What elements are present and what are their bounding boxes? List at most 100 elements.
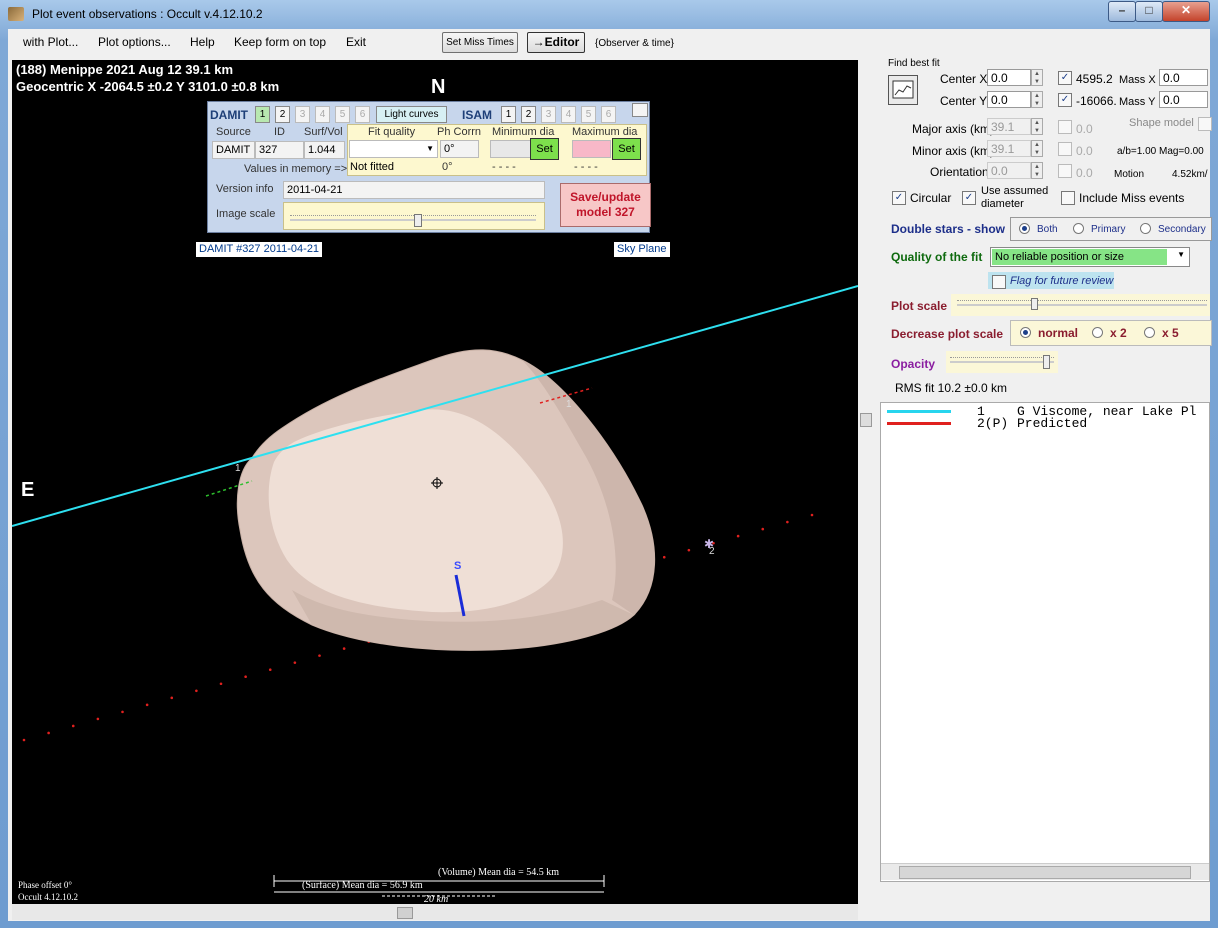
predicted-path-dot bbox=[687, 548, 691, 552]
save-update-button[interactable]: Save/update model 327 bbox=[560, 183, 651, 227]
damit-model-3[interactable]: 3 bbox=[295, 106, 310, 123]
damit-model-2[interactable]: 2 bbox=[275, 106, 290, 123]
center-x-input[interactable]: 0.0 bbox=[987, 69, 1031, 86]
center-x-checkbox[interactable]: ✓ bbox=[1058, 71, 1072, 85]
set-miss-times-button[interactable]: Set Miss Times bbox=[442, 32, 518, 53]
maximize-button[interactable]: □ bbox=[1135, 1, 1163, 22]
damit-model-4[interactable]: 4 bbox=[315, 106, 330, 123]
ds-primary-radio[interactable] bbox=[1073, 223, 1084, 234]
id-field: 327 bbox=[255, 141, 304, 159]
max-dia-field[interactable] bbox=[572, 140, 611, 158]
save-line2: model 327 bbox=[576, 205, 635, 219]
fit-quality-label: Fit quality bbox=[368, 126, 416, 138]
plot-scale-slider[interactable] bbox=[951, 294, 1210, 316]
observer-legend: 1 G Viscome, near Lake Pl 2(P) Predicted bbox=[880, 402, 1210, 882]
predicted-path-dot bbox=[342, 647, 346, 650]
major-axis-spinner[interactable]: ▲ ▼ bbox=[1031, 118, 1043, 135]
menu-exit[interactable]: Exit bbox=[346, 35, 366, 49]
ds-both-radio[interactable] bbox=[1019, 223, 1030, 234]
max-dia-label: Maximum dia bbox=[572, 126, 638, 138]
light-curves-button[interactable]: Light curves bbox=[376, 106, 447, 123]
quality-dropdown[interactable]: No reliable position or size ▼ bbox=[990, 247, 1190, 267]
menu-keep-on-top[interactable]: Keep form on top bbox=[234, 35, 326, 49]
menu-plot-options[interactable]: Plot options... bbox=[98, 35, 171, 49]
rms-fit-label: RMS fit 10.2 ±0.0 km bbox=[895, 381, 1007, 395]
use-assumed-checkbox[interactable]: ✓ bbox=[962, 191, 976, 205]
close-button[interactable]: ✕ bbox=[1162, 1, 1210, 22]
flag-review-checkbox[interactable] bbox=[992, 275, 1006, 289]
predicted-path-dot bbox=[244, 675, 247, 679]
splitter-handle[interactable] bbox=[860, 413, 872, 427]
ds-secondary-radio[interactable] bbox=[1140, 223, 1151, 234]
editor-button[interactable]: →Editor bbox=[527, 32, 585, 53]
mass-y-input[interactable]: 0.0 bbox=[1159, 91, 1208, 108]
predicted-path-dot bbox=[662, 555, 666, 559]
decrease-scale-label: Decrease plot scale bbox=[891, 327, 1004, 341]
predicted-path-dot bbox=[810, 513, 814, 517]
predicted-path-dot bbox=[293, 661, 297, 664]
minor-axis-input[interactable]: 39.1 bbox=[987, 140, 1031, 157]
max-dia-set-button[interactable]: Set bbox=[612, 138, 641, 160]
major-axis-checkbox[interactable] bbox=[1058, 120, 1072, 134]
center-y-spinner[interactable]: ▲ ▼ bbox=[1031, 91, 1043, 108]
version-info-field[interactable]: 2011-04-21 bbox=[283, 181, 545, 199]
plot-canvas[interactable]: ✱ (188) Menippe 2021 Aug 12 39.1 km Geoc… bbox=[12, 60, 858, 904]
min-dia-set-button[interactable]: Set bbox=[530, 138, 559, 160]
chord-2-label: 2 bbox=[709, 546, 715, 557]
opacity-slider[interactable] bbox=[946, 351, 1058, 373]
find-best-fit-button[interactable] bbox=[888, 75, 918, 105]
window-title: Plot event observations : Occult v.4.12.… bbox=[32, 7, 263, 21]
min-dia-field[interactable] bbox=[490, 140, 531, 158]
chord-1-west-label: 1 bbox=[235, 463, 241, 474]
menu-with-plot[interactable]: with Plot... bbox=[23, 35, 78, 49]
include-miss-checkbox[interactable] bbox=[1061, 191, 1075, 205]
sky-plane-label: Sky Plane bbox=[614, 242, 670, 257]
center-y-checkbox[interactable]: ✓ bbox=[1058, 93, 1072, 107]
predicted-path-dot bbox=[96, 717, 100, 721]
damit-model-6[interactable]: 6 bbox=[355, 106, 370, 123]
predicted-path-dot bbox=[736, 534, 740, 538]
dec-normal-radio[interactable] bbox=[1020, 327, 1031, 338]
center-x-result: 4595.2 bbox=[1076, 72, 1113, 86]
circular-checkbox[interactable]: ✓ bbox=[892, 191, 906, 205]
panel-collapse-button[interactable] bbox=[632, 103, 648, 117]
predicted-path-dot bbox=[318, 654, 321, 657]
orientation-checkbox[interactable] bbox=[1058, 164, 1072, 178]
isam-model-4[interactable]: 4 bbox=[561, 106, 576, 123]
minor-axis-checkbox[interactable] bbox=[1058, 142, 1072, 156]
dec-x2-radio[interactable] bbox=[1092, 327, 1103, 338]
damit-model-1[interactable]: 1 bbox=[255, 106, 270, 123]
minimize-button[interactable]: – bbox=[1108, 1, 1136, 22]
isam-model-5[interactable]: 5 bbox=[581, 106, 596, 123]
dec-x5-radio[interactable] bbox=[1144, 327, 1155, 338]
legend-horizontal-scrollbar[interactable] bbox=[881, 863, 1209, 880]
plot-horizontal-scrollbar[interactable] bbox=[12, 904, 858, 920]
isam-model-3[interactable]: 3 bbox=[541, 106, 556, 123]
orientation-input[interactable]: 0.0 bbox=[987, 162, 1031, 179]
not-fitted-value: Not fitted bbox=[350, 161, 395, 173]
damit-model-5[interactable]: 5 bbox=[335, 106, 350, 123]
mass-x-input[interactable]: 0.0 bbox=[1159, 69, 1208, 86]
menu-help[interactable]: Help bbox=[190, 35, 215, 49]
center-y-input[interactable]: 0.0 bbox=[987, 91, 1031, 108]
isam-model-2[interactable]: 2 bbox=[521, 106, 536, 123]
predicted-path-dot bbox=[145, 703, 149, 707]
image-scale-slider[interactable] bbox=[283, 202, 545, 230]
opacity-label: Opacity bbox=[891, 357, 936, 371]
center-x-spinner[interactable]: ▲ ▼ bbox=[1031, 69, 1043, 86]
mem-min-value: - - - - bbox=[492, 161, 516, 173]
chevron-down-icon: ▼ bbox=[1177, 250, 1185, 259]
major-axis-input[interactable]: 39.1 bbox=[987, 118, 1031, 135]
center-y-label: Center Y bbox=[940, 94, 988, 108]
shape-model-checkbox[interactable] bbox=[1198, 117, 1212, 131]
plot-scale-label: Plot scale bbox=[891, 299, 948, 313]
minor-axis-spinner[interactable]: ▲ ▼ bbox=[1031, 140, 1043, 157]
plot-header-line2: Geocentric X -2064.5 ±0.2 Y 3101.0 ±0.8 … bbox=[16, 79, 280, 94]
isam-model-1[interactable]: 1 bbox=[501, 106, 516, 123]
fit-quality-dropdown[interactable]: ▼ bbox=[349, 140, 438, 158]
isam-model-6[interactable]: 6 bbox=[601, 106, 616, 123]
values-in-memory: Values in memory => bbox=[244, 163, 348, 175]
orientation-spinner[interactable]: ▲ ▼ bbox=[1031, 162, 1043, 179]
mass-x-label: Mass X bbox=[1119, 74, 1156, 86]
ph-corrn-field[interactable]: 0° bbox=[440, 140, 479, 158]
